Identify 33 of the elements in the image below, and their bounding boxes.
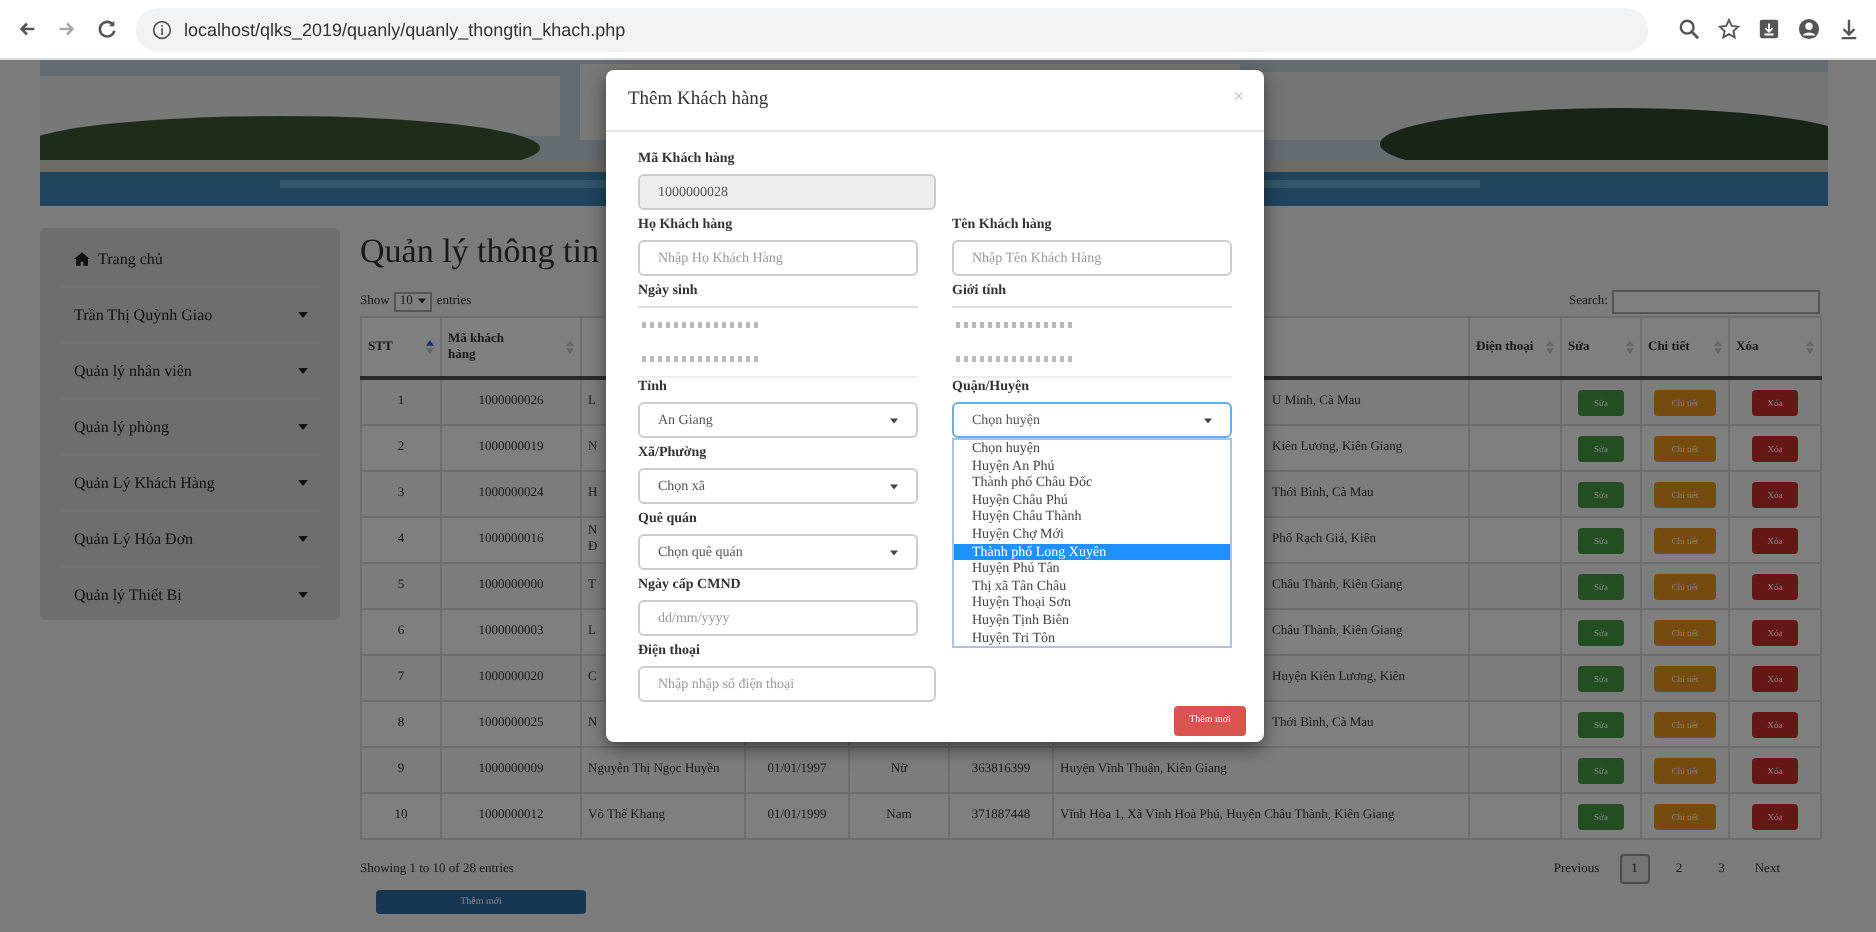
info-icon[interactable]	[152, 19, 172, 39]
sidebar-item[interactable]: Quản lý Thiết Bị	[60, 568, 320, 622]
search-field[interactable]	[1612, 289, 1820, 313]
caret-icon	[298, 480, 308, 486]
caret-icon	[890, 549, 898, 555]
modal-title: Thêm Khách hàng	[628, 90, 769, 110]
zoom-icon[interactable]	[1678, 18, 1700, 40]
reload-icon[interactable]	[96, 18, 118, 40]
sidebar-item[interactable]: Quản lý phòng	[60, 400, 320, 456]
caret-icon	[890, 483, 898, 489]
caret-icon	[298, 424, 308, 430]
caret-icon	[890, 417, 898, 423]
caret-icon	[298, 312, 308, 318]
sidebar-item[interactable]: Quản Lý Hóa Đơn	[60, 512, 320, 568]
input-field[interactable]	[638, 306, 918, 378]
caret-icon	[1204, 417, 1212, 423]
caret-icon	[298, 536, 308, 542]
page-title: Quản lý thông tin	[360, 230, 599, 274]
caret-icon	[298, 592, 308, 598]
account-icon[interactable]	[1798, 18, 1820, 40]
caret-icon	[298, 368, 308, 374]
sidebar-item[interactable]: Trang chủ	[60, 232, 320, 288]
sidebar-item[interactable]: Trần Thị Quỳnh Giao	[60, 288, 320, 344]
sidebar-item[interactable]: Quản Lý Khách Hàng	[60, 456, 320, 512]
back-icon[interactable]	[16, 18, 38, 40]
sidebar-item[interactable]: Quản lý nhân viên	[60, 344, 320, 400]
address-bar[interactable]: localhost/qlks_2019/quanly/quanly_thongtin_khach.php	[136, 7, 1648, 51]
home-icon	[74, 252, 90, 266]
download-icon[interactable]	[1758, 18, 1780, 40]
update-icon[interactable]	[1838, 18, 1860, 40]
input-field[interactable]	[952, 306, 1232, 378]
caret-icon	[418, 298, 427, 304]
star-icon[interactable]	[1718, 18, 1740, 40]
